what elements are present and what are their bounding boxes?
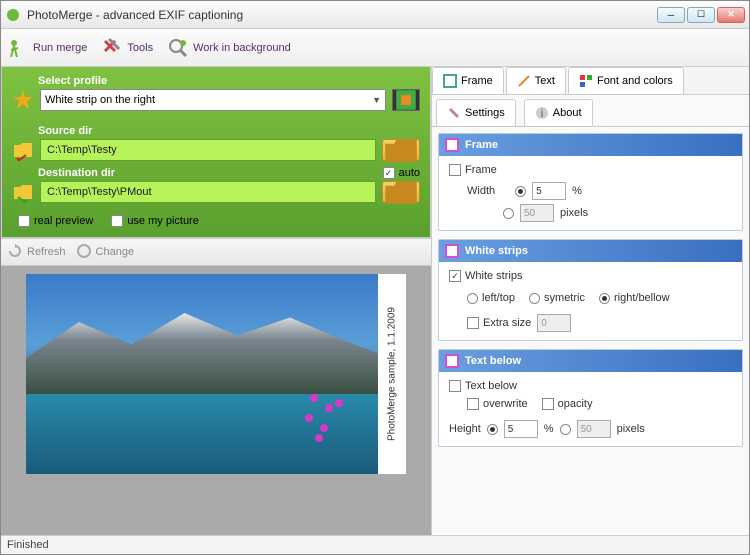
panel-white-strips: White strips ✓White strips left/top syme… (438, 239, 743, 341)
change-icon (76, 243, 92, 262)
star-icon (12, 89, 34, 111)
width-label: Width (467, 185, 495, 197)
source-label: Source dir (38, 125, 420, 137)
dest-browse-button[interactable] (382, 181, 420, 203)
panel-icon (445, 354, 459, 368)
minimize-button[interactable]: ─ (657, 7, 685, 23)
symetric-radio[interactable] (529, 293, 540, 304)
refresh-button[interactable]: Refresh (7, 243, 66, 262)
panel-frame: Frame Frame Width 5 % 50 pixels (438, 133, 743, 231)
tools-label: Tools (127, 42, 153, 54)
text-below-checkbox[interactable]: Text below (449, 380, 732, 392)
app-icon (5, 7, 21, 23)
tabs-row-2: Settings iAbout (432, 95, 749, 127)
maximize-button[interactable]: ☐ (687, 7, 715, 23)
lefttop-radio[interactable] (467, 293, 478, 304)
color-button[interactable] (392, 89, 420, 111)
overwrite-checkbox[interactable]: overwrite (467, 398, 528, 410)
white-strips-checkbox[interactable]: ✓White strips (449, 270, 732, 282)
panel-icon (445, 138, 459, 152)
run-merge-label: Run merge (33, 42, 87, 54)
width-pixels-input[interactable]: 50 (520, 204, 554, 222)
tabs-row-1: Frame Text Font and colors (432, 67, 749, 95)
tab-settings[interactable]: Settings (436, 99, 516, 126)
config-panel: Select profile White strip on the right … (1, 67, 431, 238)
rightbellow-radio[interactable] (599, 293, 610, 304)
titlebar: PhotoMerge - advanced EXIF captioning ─ … (1, 1, 749, 29)
tab-about[interactable]: iAbout (524, 99, 593, 126)
text-icon (517, 74, 531, 88)
extra-size-input[interactable]: 0 (537, 314, 571, 332)
dest-dir-input[interactable]: C:\Temp\Testy\PMout (40, 181, 376, 203)
panel-text-below: Text below Text below overwrite opacity … (438, 349, 743, 447)
preview-area: PhotoMerge sample, 1.1.2009 (1, 266, 431, 535)
profile-label: Select profile (38, 75, 420, 87)
profile-select[interactable]: White strip on the right ▼ (40, 89, 386, 111)
tools-icon (101, 37, 123, 59)
height-label: Height (449, 423, 481, 435)
close-button[interactable]: ✕ (717, 7, 745, 23)
main-toolbar: Run merge Tools Work in background (1, 29, 749, 67)
auto-checkbox[interactable]: ✓ auto (383, 167, 420, 179)
palette-icon (579, 74, 593, 88)
tools-button[interactable]: Tools (101, 37, 153, 59)
svg-text:i: i (541, 108, 543, 120)
change-button[interactable]: Change (76, 243, 135, 262)
status-bar: Finished (1, 535, 749, 554)
frame-checkbox[interactable]: Frame (449, 164, 732, 176)
width-pixels-radio[interactable] (503, 208, 514, 219)
preview-caption: PhotoMerge sample, 1.1.2009 (378, 274, 406, 474)
auto-label: auto (399, 167, 420, 179)
preview-image: PhotoMerge sample, 1.1.2009 (26, 274, 406, 474)
window-title: PhotoMerge - advanced EXIF captioning (27, 8, 657, 22)
run-merge-button[interactable]: Run merge (7, 37, 87, 59)
width-percent-radio[interactable] (515, 186, 526, 197)
sample-photo (26, 274, 378, 474)
width-percent-input[interactable]: 5 (532, 182, 566, 200)
wrench-icon (447, 106, 461, 120)
panel-icon (445, 244, 459, 258)
chevron-down-icon: ▼ (372, 95, 381, 105)
info-icon: i (535, 106, 549, 120)
tab-text[interactable]: Text (506, 67, 566, 94)
opacity-checkbox[interactable]: opacity (542, 398, 593, 410)
height-percent-radio[interactable] (487, 424, 498, 435)
height-pixels-radio[interactable] (560, 424, 571, 435)
source-folder-icon (12, 139, 34, 161)
source-browse-button[interactable] (382, 139, 420, 161)
height-percent-input[interactable]: 5 (504, 420, 538, 438)
real-preview-checkbox[interactable]: real preview (18, 215, 93, 227)
extra-size-checkbox[interactable]: Extra size (467, 317, 531, 329)
frame-icon (443, 74, 457, 88)
profile-value: White strip on the right (45, 94, 155, 106)
preview-toolbar: Refresh Change (1, 238, 431, 266)
work-background-button[interactable]: Work in background (167, 37, 291, 59)
use-my-picture-checkbox[interactable]: use my picture (111, 215, 199, 227)
run-icon (7, 37, 29, 59)
source-dir-input[interactable]: C:\Temp\Testy (40, 139, 376, 161)
height-pixels-input[interactable]: 50 (577, 420, 611, 438)
dest-folder-icon (12, 181, 34, 203)
dest-label: Destination dir (38, 167, 420, 179)
background-icon (167, 37, 189, 59)
tab-frame[interactable]: Frame (432, 67, 504, 94)
refresh-icon (7, 243, 23, 262)
status-text: Finished (7, 539, 49, 551)
work-background-label: Work in background (193, 42, 291, 54)
tab-font-colors[interactable]: Font and colors (568, 67, 684, 94)
checkbox-icon: ✓ (383, 167, 395, 179)
